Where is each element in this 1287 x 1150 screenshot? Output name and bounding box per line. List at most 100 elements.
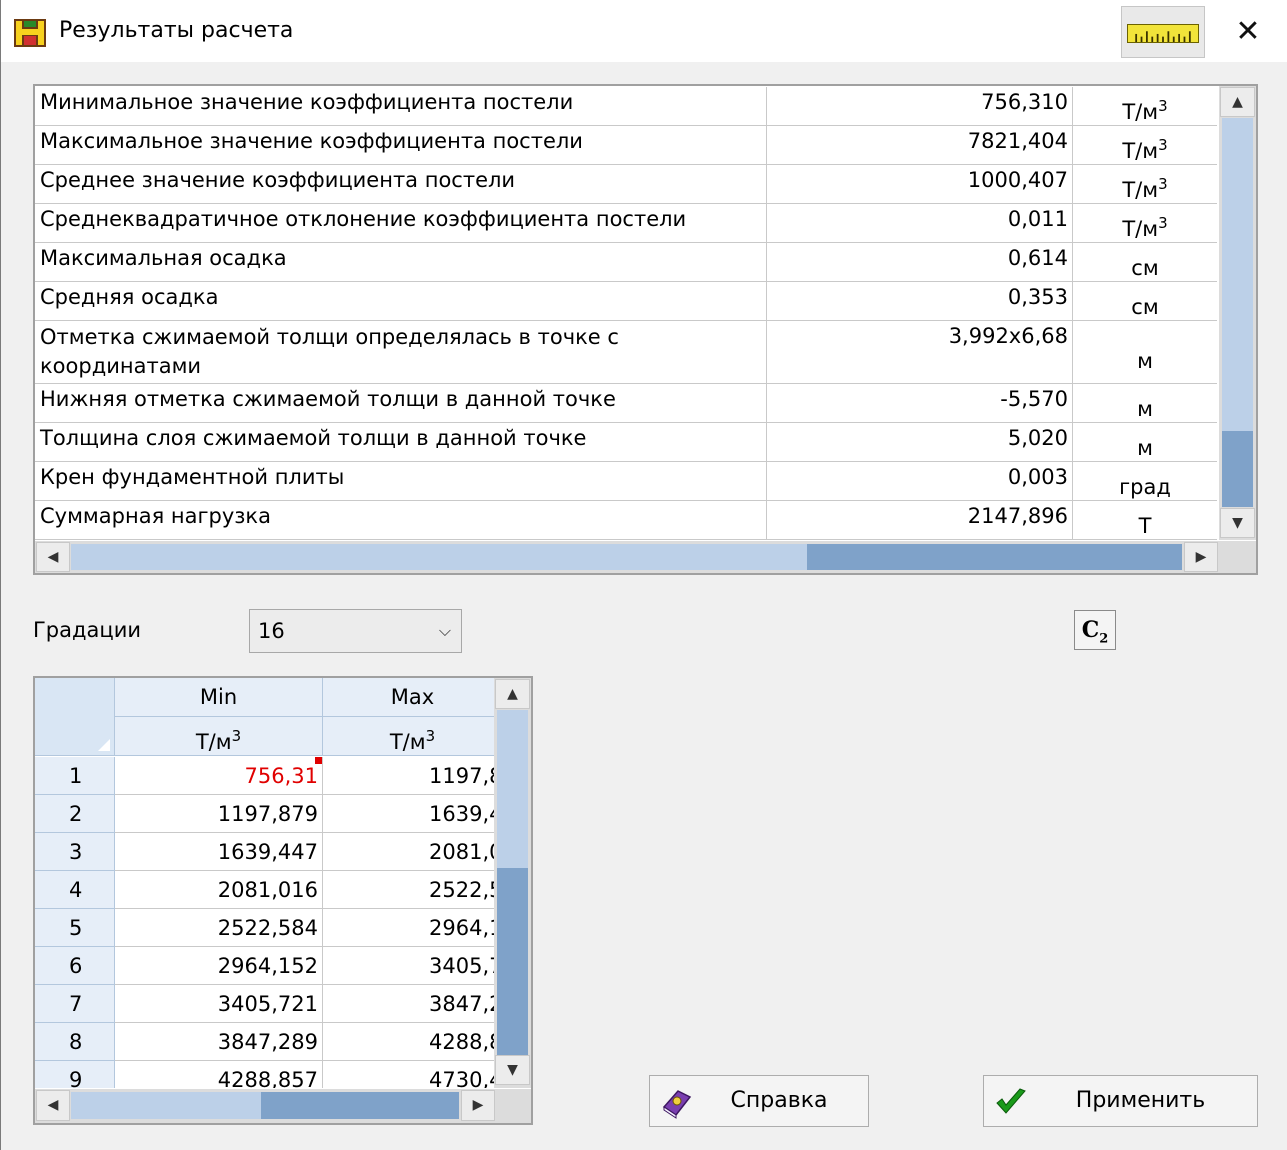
result-row[interactable]: Среднее значение коэффициента постели 100… [35, 165, 1217, 204]
gradations-select[interactable]: 16 ⌵ [249, 609, 462, 653]
max-cell[interactable]: 2081,0 [323, 833, 494, 871]
max-cell[interactable]: 4288,8 [323, 1023, 494, 1061]
row-number[interactable]: 3 [35, 833, 115, 871]
range-row[interactable]: 8 3847,289 4288,8 [35, 1023, 494, 1061]
results-vertical-scrollbar[interactable]: ▲ ▼ [1219, 86, 1256, 540]
results-horizontal-scrollbar[interactable]: ◀ ▶ [35, 541, 1256, 573]
result-row[interactable]: Толщина слоя сжимаемой толщи в данной то… [35, 423, 1217, 462]
vertical-scroll-track[interactable] [497, 868, 528, 1055]
row-number[interactable]: 7 [35, 985, 115, 1023]
scroll-up-icon[interactable]: ▲ [1220, 87, 1255, 117]
result-value: 3,992x6,68 [767, 321, 1073, 383]
max-cell[interactable]: 1639,4 [323, 795, 494, 833]
result-value: 5,020 [767, 423, 1073, 461]
range-row[interactable]: 1 756,31 1197,8 [35, 757, 494, 795]
max-cell[interactable]: 1197,8 [323, 757, 494, 795]
result-unit: см [1073, 243, 1217, 281]
min-cell[interactable]: 3405,721 [115, 985, 323, 1023]
result-row[interactable]: Отметка сжимаемой толщи определялась в т… [35, 321, 1217, 384]
horizontal-scroll-thumb[interactable] [71, 1092, 261, 1119]
help-button[interactable]: Справка [649, 1075, 869, 1127]
column-unit-max-sup: 3 [425, 727, 436, 745]
scroll-down-icon[interactable]: ▼ [495, 1055, 530, 1085]
result-row[interactable]: Средняя осадка 0,353 см [35, 282, 1217, 321]
scroll-left-icon[interactable]: ◀ [36, 542, 70, 572]
scroll-up-icon[interactable]: ▲ [495, 679, 530, 709]
result-value: 0,353 [767, 282, 1073, 320]
results-table[interactable]: Минимальное значение коэффициента постел… [33, 84, 1258, 575]
range-row[interactable]: 3 1639,447 2081,0 [35, 833, 494, 871]
column-header-max[interactable]: Max [323, 678, 494, 717]
result-unit-text: см [1131, 256, 1159, 280]
results-table-body: Минимальное значение коэффициента постел… [35, 86, 1217, 540]
max-cell[interactable]: 3847,2 [323, 985, 494, 1023]
max-cell[interactable]: 2964,1 [323, 909, 494, 947]
max-value: 2522,5 [429, 878, 494, 902]
min-value: 3847,289 [217, 1030, 318, 1054]
column-unit-max: Т/м3 [323, 717, 494, 756]
result-row[interactable]: Суммарная нагрузка 2147,896 Т [35, 501, 1217, 540]
vertical-scroll-thumb[interactable] [1222, 118, 1253, 431]
horizontal-scroll-track[interactable] [807, 544, 1182, 570]
min-value: 1197,879 [217, 802, 318, 826]
max-value: 1197,8 [429, 764, 494, 788]
result-unit-sup: 3 [1158, 175, 1168, 193]
range-row[interactable]: 7 3405,721 3847,2 [35, 985, 494, 1023]
range-vertical-scrollbar[interactable]: ▲ ▼ [494, 678, 531, 1088]
vertical-scroll-thumb[interactable] [497, 710, 528, 868]
result-row[interactable]: Минимальное значение коэффициента постел… [35, 87, 1217, 126]
min-value: 1639,447 [217, 840, 318, 864]
range-row[interactable]: 5 2522,584 2964,1 [35, 909, 494, 947]
min-cell[interactable]: 3847,289 [115, 1023, 323, 1061]
row-number[interactable]: 9 [35, 1061, 115, 1088]
result-value: 0,614 [767, 243, 1073, 281]
c2-button[interactable]: C2 [1074, 610, 1116, 650]
scroll-right-icon[interactable]: ▶ [461, 1090, 495, 1121]
result-row[interactable]: Максимальная осадка 0,614 см [35, 243, 1217, 282]
result-row[interactable]: Максимальное значение коэффициента посте… [35, 126, 1217, 165]
range-row[interactable]: 4 2081,016 2522,5 [35, 871, 494, 909]
min-cell[interactable]: 1197,879 [115, 795, 323, 833]
range-row[interactable]: 2 1197,879 1639,4 [35, 795, 494, 833]
scroll-down-icon[interactable]: ▼ [1220, 508, 1255, 538]
range-row[interactable]: 6 2964,152 3405,7 [35, 947, 494, 985]
vertical-scroll-track[interactable] [1222, 431, 1253, 507]
range-horizontal-scrollbar[interactable]: ◀ ▶ [35, 1089, 531, 1123]
result-value: -5,570 [767, 384, 1073, 422]
min-cell[interactable]: 4288,857 [115, 1061, 323, 1088]
max-cell[interactable]: 4730,4 [323, 1061, 494, 1088]
min-cell[interactable]: 2522,584 [115, 909, 323, 947]
horizontal-scroll-thumb[interactable] [71, 544, 807, 570]
close-icon[interactable]: ✕ [1223, 10, 1273, 54]
results-dialog: Результаты расчета ✕ Минимальное значени… [0, 0, 1287, 1150]
result-name: Среднеквадратичное отклонение коэффициен… [35, 204, 767, 242]
min-value: 2522,584 [217, 916, 318, 940]
row-number[interactable]: 4 [35, 871, 115, 909]
row-number[interactable]: 2 [35, 795, 115, 833]
row-number[interactable]: 6 [35, 947, 115, 985]
row-number[interactable]: 8 [35, 1023, 115, 1061]
max-cell[interactable]: 3405,7 [323, 947, 494, 985]
apply-button[interactable]: Применить [983, 1075, 1258, 1127]
min-cell[interactable]: 756,31 [115, 757, 323, 795]
min-cell[interactable]: 1639,447 [115, 833, 323, 871]
ruler-button[interactable] [1121, 6, 1205, 58]
scroll-left-icon[interactable]: ◀ [36, 1090, 70, 1121]
range-row[interactable]: 9 4288,857 4730,4 [35, 1061, 494, 1088]
row-number[interactable]: 1 [35, 757, 115, 795]
table-corner[interactable] [35, 678, 115, 756]
scroll-right-icon[interactable]: ▶ [1184, 542, 1218, 572]
column-header-min[interactable]: Min [115, 678, 323, 717]
range-table[interactable]: Min Max Т/м3 Т/м3 1756,311197,821197,879… [33, 676, 533, 1125]
horizontal-scroll-track[interactable] [261, 1092, 459, 1119]
result-name: Максимальная осадка [35, 243, 767, 281]
min-cell[interactable]: 2081,016 [115, 871, 323, 909]
result-unit-text: м [1137, 349, 1153, 373]
max-cell[interactable]: 2522,5 [323, 871, 494, 909]
min-cell[interactable]: 2964,152 [115, 947, 323, 985]
result-name: Максимальное значение коэффициента посте… [35, 126, 767, 164]
row-number[interactable]: 5 [35, 909, 115, 947]
result-row[interactable]: Крен фундаментной плиты 0,003 град [35, 462, 1217, 501]
result-row[interactable]: Среднеквадратичное отклонение коэффициен… [35, 204, 1217, 243]
result-row[interactable]: Нижняя отметка сжимаемой толщи в данной … [35, 384, 1217, 423]
